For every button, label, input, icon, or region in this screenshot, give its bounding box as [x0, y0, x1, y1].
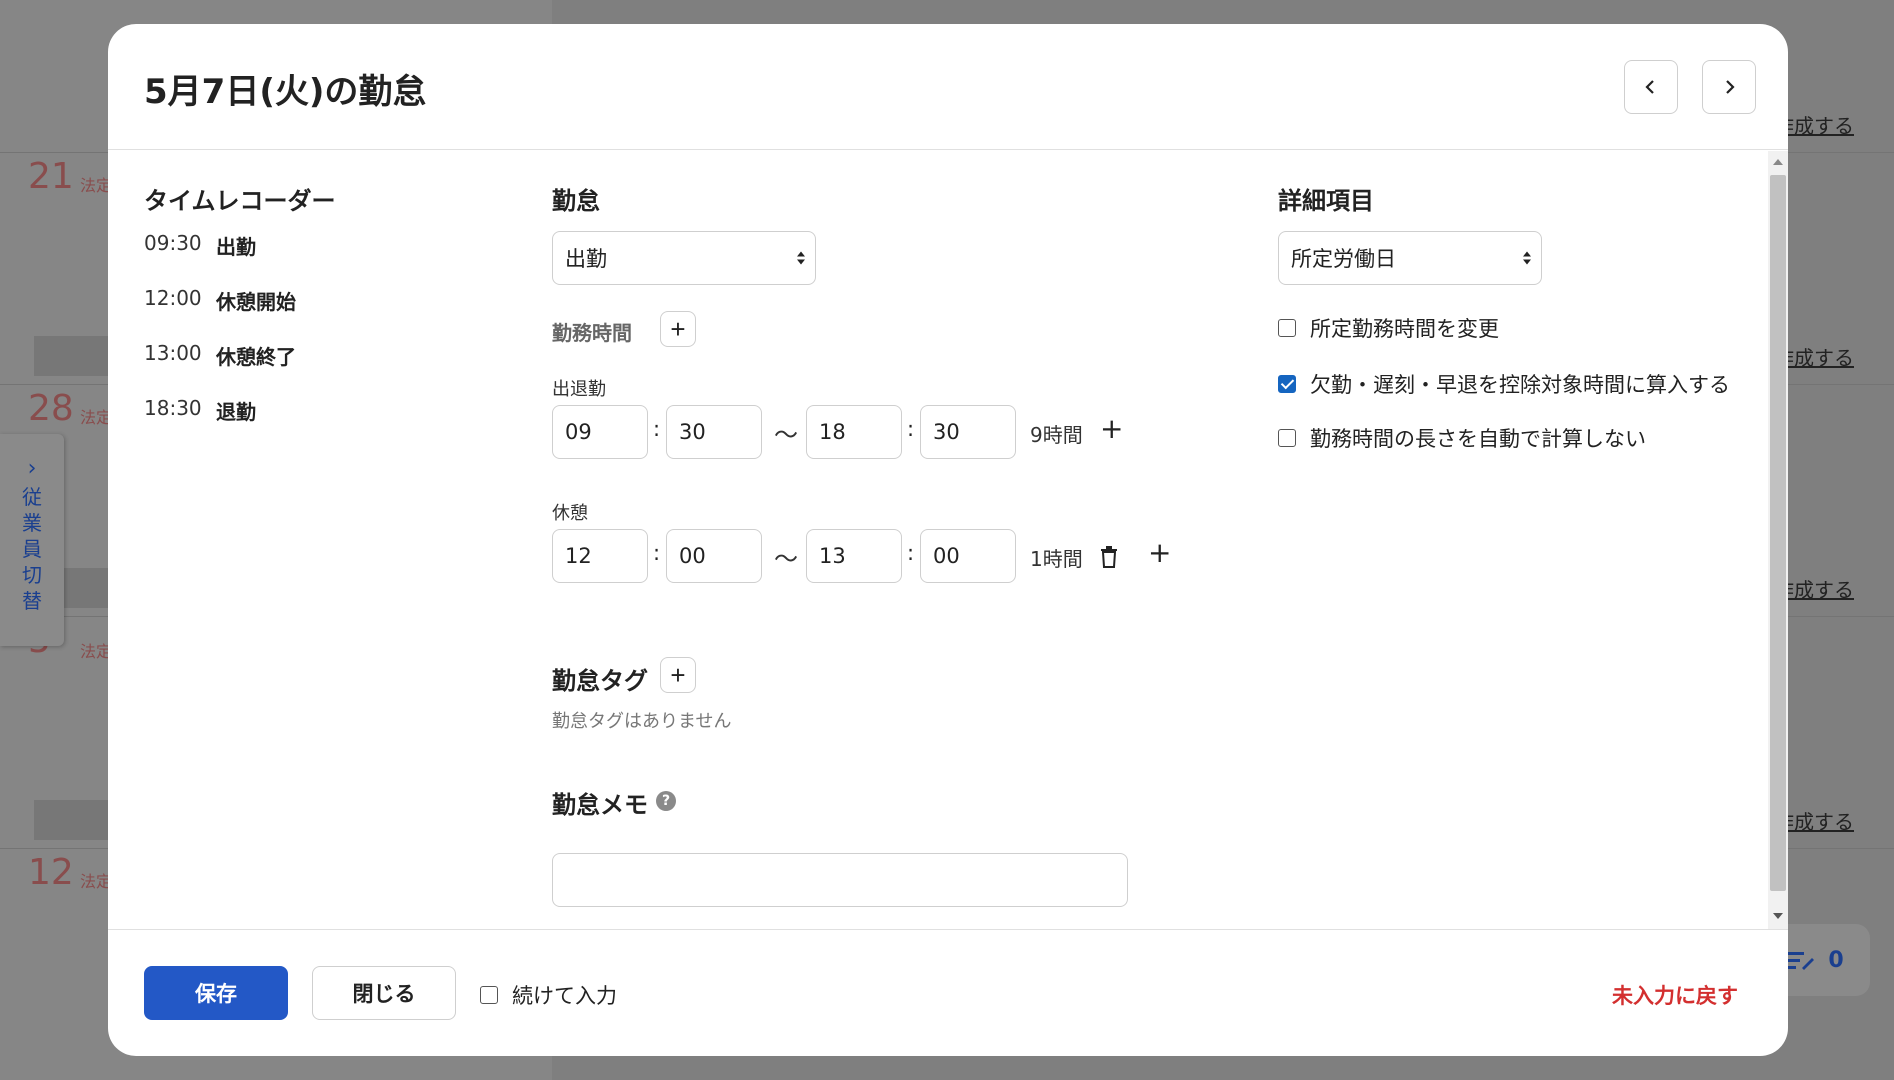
attendance-memo-input[interactable]: [552, 853, 1128, 907]
select-arrows-icon: [1523, 251, 1531, 265]
trash-icon[interactable]: [1100, 546, 1118, 568]
day-type-value: 所定労働日: [1291, 247, 1396, 271]
break-start-minute-input[interactable]: [666, 529, 762, 583]
details-title: 詳細項目: [1278, 187, 1374, 215]
plus-icon: +: [670, 314, 686, 344]
scroll-thumb[interactable]: [1770, 175, 1786, 891]
checkbox[interactable]: [480, 986, 498, 1004]
time-colon: :: [653, 541, 661, 565]
break-duration: 1時間: [1030, 547, 1083, 571]
option-label: 欠勤・遅刻・早退を控除対象時間に算入する: [1310, 373, 1730, 397]
break-end-minute-input[interactable]: [920, 529, 1016, 583]
employee-switch-tab[interactable]: › 従業員切替: [0, 434, 64, 646]
scroll-down-icon[interactable]: [1773, 913, 1783, 919]
modal-title: 5月7日(火)の勤怠: [144, 72, 427, 112]
time-recorder-label: 退勤: [216, 400, 256, 424]
attendance-memo-title: 勤怠メモ: [552, 791, 648, 819]
checkbox-checked[interactable]: [1278, 375, 1296, 393]
modal-header: 5月7日(火)の勤怠: [108, 24, 1788, 150]
checkbox[interactable]: [1278, 319, 1296, 337]
notes-count: 0: [1828, 947, 1844, 973]
modal-footer: 保存 閉じる 続けて入力 未入力に戻す: [108, 929, 1788, 1056]
chevron-right-icon: ›: [27, 456, 37, 481]
attendance-title: 勤怠: [552, 187, 600, 215]
employee-switch-label: 従業員切替: [22, 485, 42, 613]
range-separator: 〜: [774, 421, 798, 449]
previous-day-button[interactable]: [1624, 60, 1678, 114]
option-label: 所定勤務時間を変更: [1310, 317, 1499, 341]
close-button[interactable]: 閉じる: [312, 966, 456, 1020]
checkbox[interactable]: [1278, 429, 1296, 447]
time-recorder-time: 18:30: [144, 396, 202, 420]
add-tag-button[interactable]: +: [660, 657, 696, 693]
edit-list-icon: [1788, 952, 1815, 970]
time-recorder-title: タイムレコーダー: [144, 187, 336, 215]
time-recorder-label: 休憩終了: [216, 345, 296, 369]
modal-body: タイムレコーダー 09:30 出勤 12:00 休憩開始 13:00 休憩終了 …: [108, 151, 1788, 929]
work-duration: 9時間: [1030, 423, 1083, 447]
chevron-left-icon: [1645, 80, 1654, 94]
chevron-right-icon: [1726, 80, 1735, 94]
attendance-tags-title: 勤怠タグ: [552, 667, 648, 695]
time-colon: :: [653, 417, 661, 441]
break-label: 休憩: [552, 503, 588, 524]
time-recorder-time: 13:00: [144, 341, 202, 365]
time-recorder-entry: 09:30 出勤: [144, 231, 256, 260]
time-colon: :: [907, 541, 915, 565]
add-clock-row-button[interactable]: +: [1100, 415, 1123, 443]
reset-to-empty-button[interactable]: 未入力に戻す: [1612, 980, 1738, 1010]
clock-in-minute-input[interactable]: [666, 405, 762, 459]
attendance-modal: 5月7日(火)の勤怠 タイムレコーダー 09:30 出勤 12:00 休憩開始 …: [108, 24, 1788, 1056]
select-arrows-icon: [797, 251, 805, 265]
attendance-type-select[interactable]: 出勤: [552, 231, 816, 285]
break-start-hour-input[interactable]: [552, 529, 648, 583]
modal-scrollbar[interactable]: [1768, 151, 1788, 929]
scroll-up-icon[interactable]: [1773, 159, 1783, 165]
time-recorder-entry: 18:30 退勤: [144, 396, 256, 425]
clock-in-out-label: 出退勤: [552, 379, 606, 400]
clock-out-hour-input[interactable]: [806, 405, 902, 459]
option-label: 勤務時間の長さを自動で計算しない: [1310, 427, 1646, 451]
day-type-select[interactable]: 所定労働日: [1278, 231, 1542, 285]
continue-input-option[interactable]: 続けて入力: [480, 980, 617, 1010]
clock-out-minute-input[interactable]: [920, 405, 1016, 459]
add-work-time-button[interactable]: +: [660, 311, 696, 347]
count-deduction-option[interactable]: 欠勤・遅刻・早退を控除対象時間に算入する: [1278, 369, 1730, 399]
time-recorder-label: 休憩開始: [216, 290, 296, 314]
change-scheduled-hours-option[interactable]: 所定勤務時間を変更: [1278, 313, 1499, 343]
time-recorder-time: 09:30: [144, 231, 202, 255]
save-button[interactable]: 保存: [144, 966, 288, 1020]
time-recorder-entry: 12:00 休憩開始: [144, 286, 296, 315]
clock-in-hour-input[interactable]: [552, 405, 648, 459]
continue-input-label: 続けて入力: [512, 984, 617, 1008]
background-day-number: 28: [28, 388, 74, 429]
work-time-label: 勤務時間: [552, 321, 632, 345]
attendance-type-value: 出勤: [565, 247, 607, 271]
next-day-button[interactable]: [1702, 60, 1756, 114]
time-colon: :: [907, 417, 915, 441]
time-recorder-label: 出勤: [216, 235, 256, 259]
background-day-number: 12: [28, 852, 74, 893]
time-recorder-time: 12:00: [144, 286, 202, 310]
background-day-number: 21: [28, 156, 74, 197]
break-end-hour-input[interactable]: [806, 529, 902, 583]
add-break-button[interactable]: +: [1148, 539, 1171, 567]
range-separator: 〜: [774, 545, 798, 573]
plus-icon: +: [670, 660, 686, 690]
tags-empty-text: 勤怠タグはありません: [552, 711, 732, 732]
help-icon[interactable]: ?: [656, 791, 676, 811]
time-recorder-entry: 13:00 休憩終了: [144, 341, 296, 370]
no-auto-calc-option[interactable]: 勤務時間の長さを自動で計算しない: [1278, 423, 1646, 453]
